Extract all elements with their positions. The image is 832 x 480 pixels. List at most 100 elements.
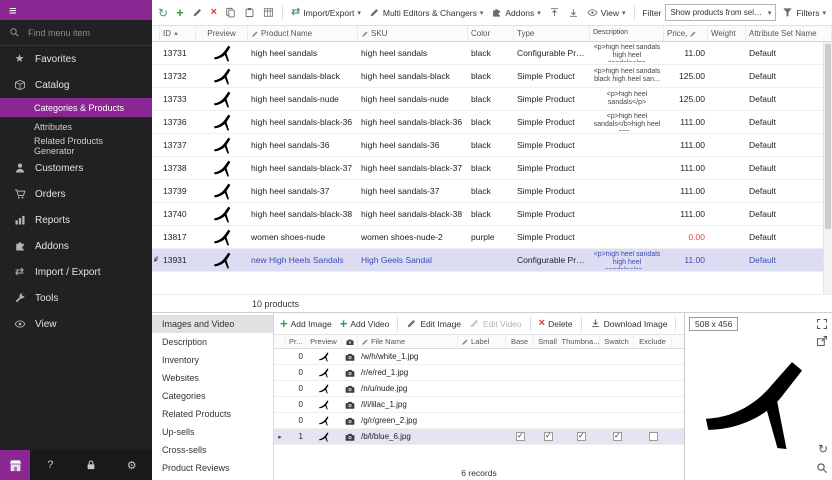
image-row[interactable]: ▸ 1 /b/l/blue_6.jpg [274, 429, 684, 445]
thumbnail-checkbox[interactable] [577, 432, 586, 441]
menu-search-input[interactable] [26, 27, 130, 39]
image-row[interactable]: ▸ 0 /l/i/lilac_1.jpg [274, 397, 684, 413]
column-header-preview[interactable]: Preview [306, 335, 342, 348]
expand-icon [816, 318, 828, 330]
collapse-sidebar-handle[interactable]: ◂ [152, 248, 160, 266]
add-product-button[interactable]: + [174, 5, 186, 20]
table-row[interactable]: ▸ 13737 high heel sandals-36 high heel s… [152, 134, 832, 157]
table-row[interactable]: ▸ 13736 high heel sandals-black-36 high … [152, 111, 832, 134]
rotate-button[interactable]: ↻ [818, 442, 828, 456]
sidebar-item-view[interactable]: View [0, 311, 152, 337]
table-row[interactable]: ▸ 13817 women shoes-nude women shoes-nud… [152, 226, 832, 249]
table-row[interactable]: ▸ 13733 high heel sandals-nude high heel… [152, 88, 832, 111]
column-header-camera[interactable] [342, 335, 358, 348]
detail-tab[interactable]: Up-sells [152, 423, 273, 441]
filters-menu[interactable]: Filters ▾ [780, 6, 828, 19]
column-header-base[interactable]: Base [506, 335, 534, 348]
column-header-color[interactable]: Color [468, 26, 514, 41]
copy-button[interactable] [223, 6, 238, 19]
refresh-button[interactable]: ↻ [156, 6, 170, 20]
column-header-id[interactable]: ID ▲ [160, 26, 196, 41]
detail-tab[interactable]: Product Reviews [152, 459, 273, 477]
table-row[interactable]: ▸ 13740 high heel sandals-black-38 high … [152, 203, 832, 226]
column-header-price[interactable]: Price, [664, 26, 708, 41]
paste-button[interactable] [242, 6, 257, 19]
multi-editors-menu[interactable]: Multi Editors & Changers ▾ [367, 6, 486, 19]
column-header-description[interactable]: Description [590, 26, 664, 41]
column-header-position[interactable]: Pr... [286, 335, 306, 348]
column-header-label[interactable]: Label [458, 335, 506, 348]
fullscreen-button[interactable] [816, 318, 828, 330]
image-row[interactable]: ▸ 0 /r/e/red_1.jpg [274, 365, 684, 381]
column-header-small[interactable]: Small [534, 335, 562, 348]
delete-product-button[interactable]: × [209, 6, 219, 19]
cell-type: Simple Product [514, 117, 590, 127]
sidebar-item-categories-products[interactable]: Categories & Products [0, 98, 152, 117]
column-header-weight[interactable]: Weight [708, 26, 746, 41]
add-image-button[interactable]: + Add Image [278, 316, 334, 331]
hamburger-menu-icon[interactable]: ≡ [9, 3, 17, 18]
scrollbar-thumb[interactable] [825, 44, 831, 229]
table-row[interactable]: ▸ 13732 high heel sandals-black high hee… [152, 65, 832, 88]
image-row[interactable]: ▸ 0 /n/u/nude.jpg [274, 381, 684, 397]
column-header-swatch[interactable]: Swatch [600, 335, 634, 348]
download-image-button[interactable]: Download Image [588, 317, 670, 330]
store-button[interactable] [0, 450, 30, 480]
column-header-attribute-set[interactable]: Attribute Set Name [746, 26, 832, 41]
settings-button[interactable]: ⚙ [111, 459, 152, 472]
sidebar-item-catalog[interactable]: Catalog [0, 72, 152, 98]
edit-video-button[interactable]: Edit Video [467, 317, 524, 330]
zoom-button[interactable] [816, 462, 828, 474]
detail-tab[interactable]: Cross-sells [152, 441, 273, 459]
sidebar-item-attributes[interactable]: Attributes [0, 117, 152, 136]
edit-product-button[interactable] [190, 6, 205, 19]
detail-tab[interactable]: Description [152, 333, 273, 351]
column-header-preview[interactable]: Preview [196, 26, 248, 41]
detail-tab[interactable]: Websites [152, 369, 273, 387]
column-header-product-name[interactable]: Product Name [248, 26, 358, 41]
sidebar-item-import-export[interactable]: ⇄ Import / Export [0, 259, 152, 285]
menu-search[interactable] [0, 20, 152, 46]
column-header-exclude[interactable]: Exclude [634, 335, 672, 348]
sidebar-item-favorites[interactable]: ★ Favorites [0, 46, 152, 72]
category-filter-select[interactable]: Show products from selected categories ▾ [665, 4, 776, 21]
column-header-type[interactable]: Type [514, 26, 590, 41]
table-row[interactable]: ▸ 13931 new High Heels Sandals High Geel… [152, 249, 832, 272]
import-export-menu[interactable]: ⇄ Import/Export ▾ [289, 6, 363, 19]
products-scrollbar[interactable] [823, 42, 832, 294]
base-checkbox[interactable] [516, 432, 525, 441]
sidebar-item-tools[interactable]: Tools [0, 285, 152, 311]
sidebar-item-related-products-generator[interactable]: Related Products Generator [0, 136, 152, 155]
view-menu[interactable]: View ▾ [585, 6, 628, 19]
cell-sku: High Geels Sandal [358, 255, 468, 265]
delete-image-button[interactable]: × Delete [537, 317, 575, 330]
swatch-checkbox[interactable] [613, 432, 622, 441]
edit-image-button[interactable]: Edit Image [404, 317, 463, 330]
image-row[interactable]: ▸ 0 /g/r/green_2.jpg [274, 413, 684, 429]
move-down-button[interactable] [566, 6, 581, 19]
sidebar-item-reports[interactable]: Reports [0, 207, 152, 233]
table-row[interactable]: ▸ 13738 high heel sandals-black-37 high … [152, 157, 832, 180]
table-row[interactable]: ▸ 13739 high heel sandals-37 high heel s… [152, 180, 832, 203]
add-video-button[interactable]: + Add Video [338, 316, 392, 331]
image-row[interactable]: ▸ 0 /w/h/white_1.jpg [274, 349, 684, 365]
sidebar-item-addons[interactable]: Addons [0, 233, 152, 259]
exclude-checkbox[interactable] [649, 432, 658, 441]
sidebar-item-orders[interactable]: Orders [0, 181, 152, 207]
column-header-thumbnail[interactable]: Thumbna... [562, 335, 600, 348]
table-row[interactable]: ▸ 13731 high heel sandals high heel sand… [152, 42, 832, 65]
detail-tab[interactable]: Images and Video [152, 315, 273, 333]
columns-button[interactable] [261, 6, 276, 19]
small-checkbox[interactable] [544, 432, 553, 441]
column-header-file-name[interactable]: File Name [358, 335, 458, 348]
help-button[interactable]: ? [30, 459, 71, 471]
addons-menu[interactable]: Addons ▾ [489, 6, 542, 19]
move-up-button[interactable] [547, 6, 562, 19]
detail-tab[interactable]: Related Products [152, 405, 273, 423]
sidebar-item-label: Tools [35, 293, 58, 304]
column-header-sku[interactable]: SKU [358, 26, 468, 41]
lock-button[interactable] [71, 459, 112, 471]
detail-tab[interactable]: Inventory [152, 351, 273, 369]
sidebar-item-customers[interactable]: Customers [0, 155, 152, 181]
detail-tab[interactable]: Categories [152, 387, 273, 405]
